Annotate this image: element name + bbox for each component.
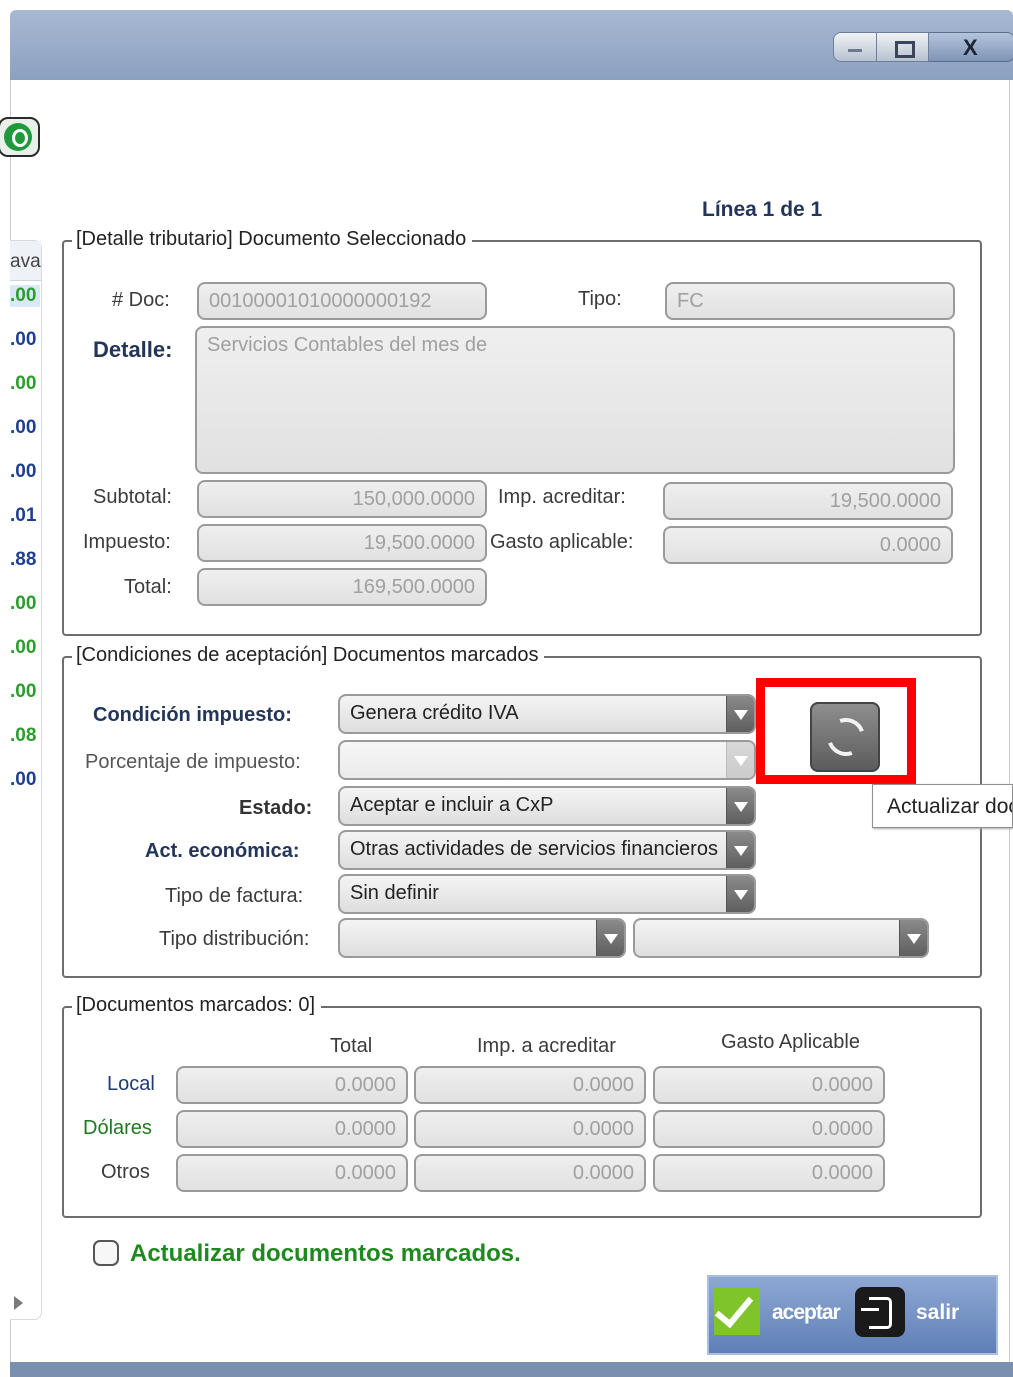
chevron-down-icon[interactable] (596, 920, 624, 956)
porcentaje-select (338, 740, 756, 780)
col-imp-header: Imp. a acreditar (477, 1035, 616, 1057)
close-icon: X (963, 35, 978, 60)
tipo-field[interactable]: FC (665, 282, 955, 320)
chevron-down-icon[interactable] (726, 832, 754, 868)
estado-value: Aceptar e incluir a CxP (350, 794, 554, 816)
checkmark-icon[interactable] (714, 1287, 760, 1335)
marcados-gasto-field[interactable]: 0.0000 (653, 1110, 885, 1148)
detalle-label: Detalle: (93, 337, 173, 362)
impuesto-field[interactable]: 19,500.0000 (197, 524, 487, 562)
marcados-total-field[interactable]: 0.0000 (176, 1066, 408, 1104)
left-list-value[interactable]: .00 (10, 417, 40, 439)
chevron-down-icon (726, 742, 754, 778)
salir-button[interactable]: salir (916, 1301, 959, 1325)
scroll-right-arrow-icon[interactable] (14, 1296, 23, 1310)
condiciones-legend: [Condiciones de aceptación] Documentos m… (72, 644, 545, 667)
left-list-value[interactable]: .00 (10, 373, 40, 395)
actualizar-checkbox[interactable] (93, 1240, 119, 1266)
exit-icon[interactable] (855, 1287, 905, 1337)
minimize-button[interactable] (833, 32, 877, 62)
left-list-value[interactable]: .00 (10, 329, 40, 351)
left-list-value[interactable]: .00 (10, 681, 40, 703)
refresh-icon (820, 711, 872, 763)
col-total-header: Total (330, 1035, 373, 1057)
tipo-label: Tipo: (578, 288, 622, 310)
porcentaje-label: Porcentaje de impuesto: (85, 751, 301, 773)
col-gasto-header: Gasto Aplicable (721, 1031, 860, 1053)
tipo-factura-label: Tipo de factura: (165, 885, 304, 907)
left-list-value[interactable]: .00 (10, 637, 40, 659)
left-list-panel: ava .00 .00 .00 .00 .00 .01 .88 .00 .00 .00 .08 .00 (10, 240, 42, 1320)
left-list-value[interactable]: .01 (10, 505, 40, 527)
marcados-gasto-field[interactable]: 0.0000 (653, 1066, 885, 1104)
actividad-economica-label: Act. económica: (145, 840, 300, 862)
total-field[interactable]: 169,500.0000 (197, 568, 487, 606)
condicion-impuesto-select[interactable]: Genera crédito IVA (338, 694, 756, 734)
chevron-down-icon[interactable] (899, 920, 927, 956)
tipo-distribucion-select-1[interactable] (338, 918, 626, 958)
line-counter: Línea 1 de 1 (702, 198, 823, 221)
currency-label: Dólares (83, 1117, 152, 1139)
estado-select[interactable]: Aceptar e incluir a CxP (338, 786, 756, 826)
doc-label: # Doc: (112, 289, 170, 311)
chevron-down-icon[interactable] (726, 876, 754, 912)
actividad-economica-value: Otras actividades de servicios financier… (350, 838, 718, 860)
marcados-imp-field[interactable]: 0.0000 (414, 1154, 646, 1192)
marcados-gasto-field[interactable]: 0.0000 (653, 1154, 885, 1192)
actualizar-checkbox-label[interactable]: Actualizar documentos marcados. (130, 1240, 521, 1268)
marcados-imp-field[interactable]: 0.0000 (414, 1066, 646, 1104)
imp-acreditar-label: Imp. acreditar: (498, 486, 626, 508)
close-button[interactable]: X (929, 32, 1013, 62)
marcados-legend: [Documentos marcados: 0] (72, 994, 321, 1017)
window-titlebar: X (10, 10, 1013, 80)
gasto-aplicable-field[interactable]: 0.0000 (663, 526, 953, 564)
reload-icon[interactable] (0, 117, 40, 157)
tipo-factura-select[interactable]: Sin definir (338, 874, 756, 914)
actualizar-tooltip: Actualizar documentos (872, 784, 1013, 828)
left-list-value[interactable]: .00 (10, 461, 40, 483)
left-list-value[interactable]: .00 (10, 769, 40, 791)
left-list-value[interactable]: .88 (10, 549, 40, 571)
actualizar-button[interactable] (810, 702, 880, 772)
estado-label: Estado: (239, 797, 313, 819)
currency-label: Local (107, 1073, 155, 1095)
marcados-total-field[interactable]: 0.0000 (176, 1110, 408, 1148)
total-label: Total: (124, 576, 172, 598)
left-list-header: ava (10, 241, 41, 281)
tipo-factura-value: Sin definir (350, 882, 439, 904)
subtotal-field[interactable]: 150,000.0000 (197, 480, 487, 518)
actividad-economica-select[interactable]: Otras actividades de servicios financier… (338, 830, 756, 870)
left-list-value[interactable]: .00 (10, 593, 40, 615)
chevron-down-icon[interactable] (726, 788, 754, 824)
doc-field[interactable]: 00100001010000000192 (197, 282, 487, 320)
detalle-field[interactable]: Servicios Contables del mes de (195, 326, 955, 474)
gasto-aplicable-label: Gasto aplicable: (490, 531, 634, 553)
tipo-distribucion-label: Tipo distribución: (159, 928, 310, 950)
maximize-button[interactable] (877, 32, 929, 62)
condicion-impuesto-label: Condición impuesto: (93, 704, 292, 726)
subtotal-label: Subtotal: (93, 486, 172, 508)
currency-label: Otros (101, 1161, 150, 1183)
marcados-imp-field[interactable]: 0.0000 (414, 1110, 646, 1148)
window-bottom-border (10, 1362, 1013, 1377)
impuesto-label: Impuesto: (83, 531, 171, 553)
marcados-total-field[interactable]: 0.0000 (176, 1154, 408, 1192)
condicion-impuesto-value: Genera crédito IVA (350, 702, 519, 724)
left-list-value[interactable]: .08 (10, 725, 40, 747)
chevron-down-icon[interactable] (726, 696, 754, 732)
imp-acreditar-field[interactable]: 19,500.0000 (663, 482, 953, 520)
aceptar-button[interactable]: aceptar (772, 1301, 841, 1325)
detalle-legend: [Detalle tributario] Documento Seleccion… (72, 228, 473, 251)
left-list-value[interactable]: .00 (10, 285, 40, 307)
tipo-distribucion-select-2[interactable] (633, 918, 929, 958)
